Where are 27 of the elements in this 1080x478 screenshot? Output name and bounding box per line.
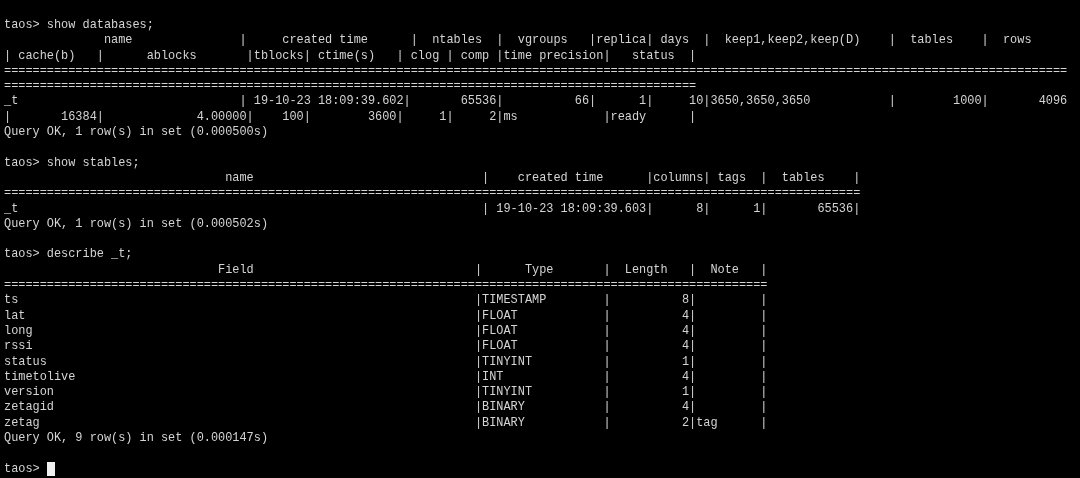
- output-line: ts |TIMESTAMP | 8| |: [4, 293, 768, 309]
- output-line: long |FLOAT | 4| |: [4, 323, 768, 340]
- output-line: =====================================================================================================================================================: [4, 63, 1068, 80]
- prompt: taos>: [4, 461, 40, 477]
- output-line: zetag |BINARY | 2|tag |: [4, 415, 768, 431]
- output-line: | 16384| 4.00000| 100| 3600| 1| 2|ms |ready |: [4, 109, 697, 126]
- output-line: name | created time |columns| tags | tables |: [224, 170, 861, 187]
- output-line: version |TINYINT | 1| |: [4, 385, 768, 401]
- output-line: timetolive |INT | 4| |: [4, 369, 768, 386]
- command-line: taos> show databases;: [4, 18, 154, 34]
- output-line: ===========================================================================================================: [4, 278, 768, 294]
- output-line: Field | Type | Length | Note |: [217, 262, 768, 279]
- output-line: Query OK, 1 row(s) in set (0.000500s): [4, 125, 268, 141]
- output-line: zetagid |BINARY | 4| |: [4, 400, 768, 416]
- output-line: Query OK, 9 row(s) in set (0.000147s): [4, 431, 268, 447]
- output-line: ========================================================================================================================: [4, 186, 861, 202]
- output-line: name | created time | ntables | vgroups |replica| days | keep1,keep2,keep(D) | tables | rows: [102, 33, 1032, 49]
- output-line: lat |FLOAT | 4| |: [4, 308, 768, 324]
- output-line: =================================================================================================: [4, 79, 697, 95]
- output-line: rssi |FLOAT | 4| |: [4, 339, 768, 355]
- output-line: status |TINYINT | 1| |: [4, 354, 768, 370]
- command-line: taos> show stables;: [4, 155, 140, 171]
- command-line: taos> describe _t;: [4, 247, 133, 263]
- output-line: Query OK, 1 row(s) in set (0.000502s): [4, 216, 268, 233]
- output-line: | cache(b) | ablocks |tblocks| ctime(s) | clog | comp |time precision| status |: [4, 48, 697, 64]
- output-line: _t | 19-10-23 18:09:39.603| 8| 1| 65536|: [4, 201, 861, 217]
- output-line: _t | 19-10-23 18:09:39.602| 65536| 66| 1| 10|3650,3650,3650 | 1000| 4096: [4, 94, 1068, 110]
